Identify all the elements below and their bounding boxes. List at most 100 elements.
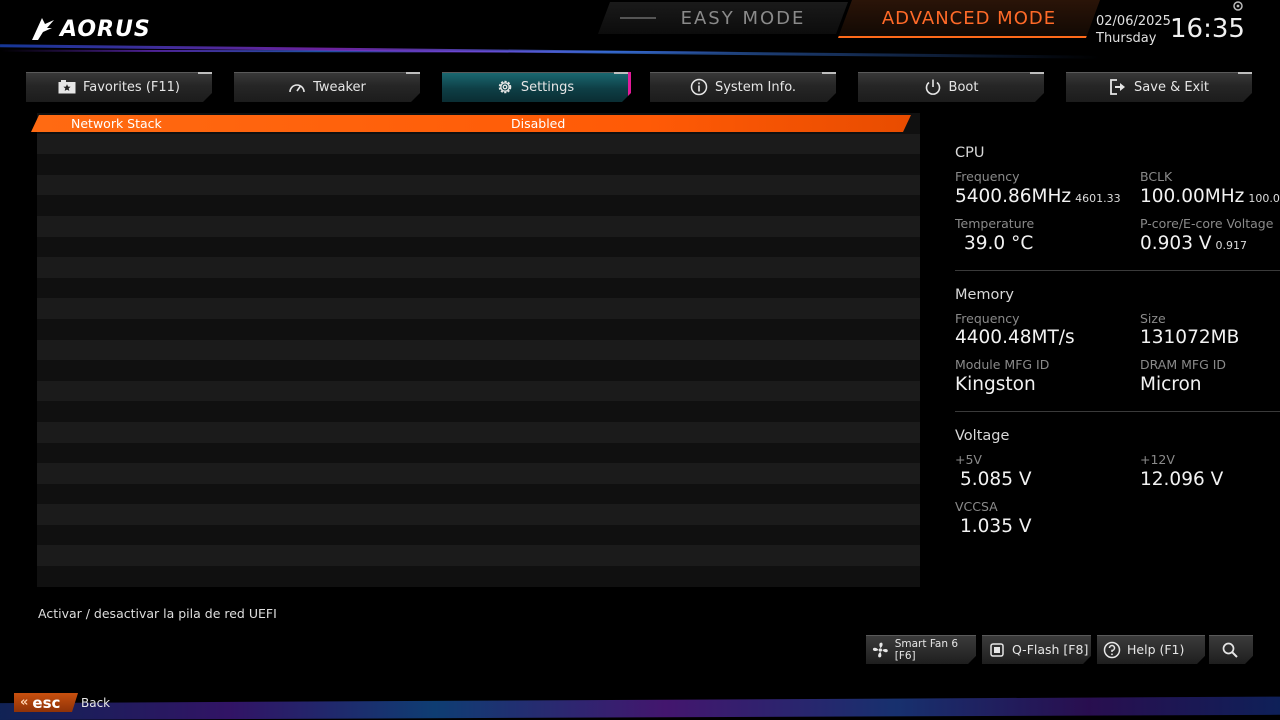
cpu-frequency-main: 5400.86MHz	[955, 186, 1072, 207]
empty-row	[37, 339, 920, 361]
bclk-sub: 100.01	[1248, 192, 1280, 205]
tab-label: Save & Exit	[1134, 79, 1209, 95]
bclk-value: 100.00MHz100.01	[1140, 186, 1280, 207]
tab-label: Favorites (F11)	[82, 79, 181, 95]
dram-mfg-value: Micron	[1140, 374, 1202, 395]
core-voltage-value: 0.903 V 0.917	[1140, 233, 1247, 254]
clock: 16:35	[1170, 14, 1245, 44]
help-label: Help (F1)	[1127, 642, 1185, 657]
esc-button[interactable]: « esc	[14, 693, 78, 712]
divider	[955, 411, 1280, 412]
date-display: 02/06/2025 Thursday	[1096, 13, 1171, 47]
item-help-text: Activar / desactivar la pila de red UEFI	[38, 606, 277, 621]
double-chevron-left-icon: «	[20, 695, 29, 710]
decorative-stripes	[0, 696, 1280, 720]
easy-mode-button[interactable]: EASY MODE	[598, 2, 848, 34]
tab-settings[interactable]: Settings	[442, 72, 631, 102]
memory-frequency-label: Frequency	[955, 311, 1020, 326]
item-label: Network Stack	[71, 116, 162, 131]
empty-row	[37, 442, 920, 464]
vccsa-label: VCCSA	[955, 499, 998, 514]
core-voltage-sub: 0.917	[1215, 239, 1248, 252]
advanced-mode-button[interactable]: ADVANCED MODE	[838, 0, 1100, 38]
easy-mode-label: EASY MODE	[680, 7, 806, 29]
module-mfg-label: Module MFG ID	[955, 357, 1050, 372]
search-button[interactable]	[1209, 635, 1253, 664]
empty-row	[37, 154, 920, 175]
empty-row	[37, 257, 920, 278]
empty-row	[37, 545, 920, 567]
cpu-frequency-sub: 4601.33	[1075, 192, 1121, 205]
module-mfg-value: Kingston	[955, 374, 1036, 395]
vccsa-value: 1.035 V	[960, 516, 1032, 537]
memory-section-title: Memory	[955, 287, 1014, 303]
main-tabs: Favorites (F11) Tweaker Settings System …	[26, 72, 1256, 104]
gear-icon	[496, 78, 514, 96]
power-icon	[924, 78, 942, 96]
help-button[interactable]: Help (F1)	[1097, 635, 1205, 664]
tab-boot[interactable]: Boot	[858, 72, 1044, 102]
aorus-logo: AORUS	[30, 16, 151, 42]
empty-row	[37, 174, 920, 196]
divider	[955, 270, 1280, 271]
speedometer-icon	[288, 80, 306, 94]
tab-tweaker[interactable]: Tweaker	[234, 72, 420, 102]
esc-label: esc	[32, 693, 61, 712]
bclk-label: BCLK	[1140, 169, 1173, 184]
empty-row	[37, 524, 920, 546]
empty-row	[37, 298, 920, 319]
logo-text: AORUS	[60, 16, 151, 42]
tab-system-info[interactable]: System Info.	[650, 72, 836, 102]
network-stack-row[interactable]: Network Stack Disabled	[31, 115, 911, 132]
item-value[interactable]: Disabled	[511, 116, 565, 131]
tab-label: Boot	[948, 79, 979, 95]
core-voltage-main: 0.903 V	[1140, 233, 1212, 254]
advanced-mode-label: ADVANCED MODE	[881, 7, 1057, 29]
smart-fan-label: Smart Fan 6 [F6]	[894, 637, 959, 662]
date: 02/06/2025	[1096, 14, 1171, 29]
v5-value: 5.085 V	[960, 469, 1032, 490]
empty-row	[37, 380, 920, 402]
settings-gear-icon[interactable]	[1232, 0, 1244, 12]
help-icon	[1103, 641, 1121, 659]
cpu-frequency-value: 5400.86MHz 4601.33	[955, 186, 1121, 207]
voltage-section-title: Voltage	[955, 428, 1010, 444]
info-icon	[690, 78, 708, 96]
top-bar: AORUS EASY MODE ADVANCED MODE 02/06/2025…	[0, 0, 1280, 62]
search-icon	[1221, 641, 1239, 659]
memory-size-label: Size	[1140, 311, 1166, 326]
empty-row	[37, 504, 920, 525]
memory-size-value: 131072MB	[1140, 327, 1240, 348]
weekday: Thursday	[1096, 31, 1157, 46]
favorites-icon	[58, 80, 76, 94]
fan-icon	[872, 641, 889, 659]
eagle-logo-icon	[32, 18, 54, 40]
empty-row	[37, 401, 920, 422]
tab-label: Tweaker	[313, 79, 366, 95]
empty-row	[37, 566, 920, 587]
v5-label: +5V	[955, 452, 982, 467]
bclk-main: 100.00MHz	[1140, 186, 1245, 207]
list-item[interactable]: Network Stack Disabled	[37, 113, 920, 134]
cpu-section-title: CPU	[955, 145, 985, 161]
empty-row	[37, 483, 920, 505]
back-label: Back	[81, 696, 111, 710]
exit-icon	[1109, 78, 1127, 96]
smart-fan-button[interactable]: Smart Fan 6 [F6]	[866, 635, 976, 664]
v12-value: 12.096 V	[1140, 469, 1224, 490]
cpu-temperature-value: 39.0 °C	[964, 233, 1034, 254]
core-voltage-label: P-core/E-core Voltage	[1140, 216, 1274, 231]
tab-save-exit[interactable]: Save & Exit	[1066, 72, 1252, 102]
empty-row	[37, 236, 920, 258]
tab-favorites[interactable]: Favorites (F11)	[26, 72, 212, 102]
empty-row	[37, 133, 920, 155]
qflash-label: Q-Flash [F8]	[1012, 642, 1089, 657]
v12-label: +12V	[1140, 452, 1175, 467]
chip-icon	[988, 641, 1006, 659]
empty-row	[37, 215, 920, 237]
tab-label: Settings	[520, 79, 575, 95]
qflash-button[interactable]: Q-Flash [F8]	[982, 635, 1091, 664]
empty-row	[37, 318, 920, 340]
empty-row	[37, 360, 920, 381]
tab-label: System Info.	[714, 79, 797, 95]
